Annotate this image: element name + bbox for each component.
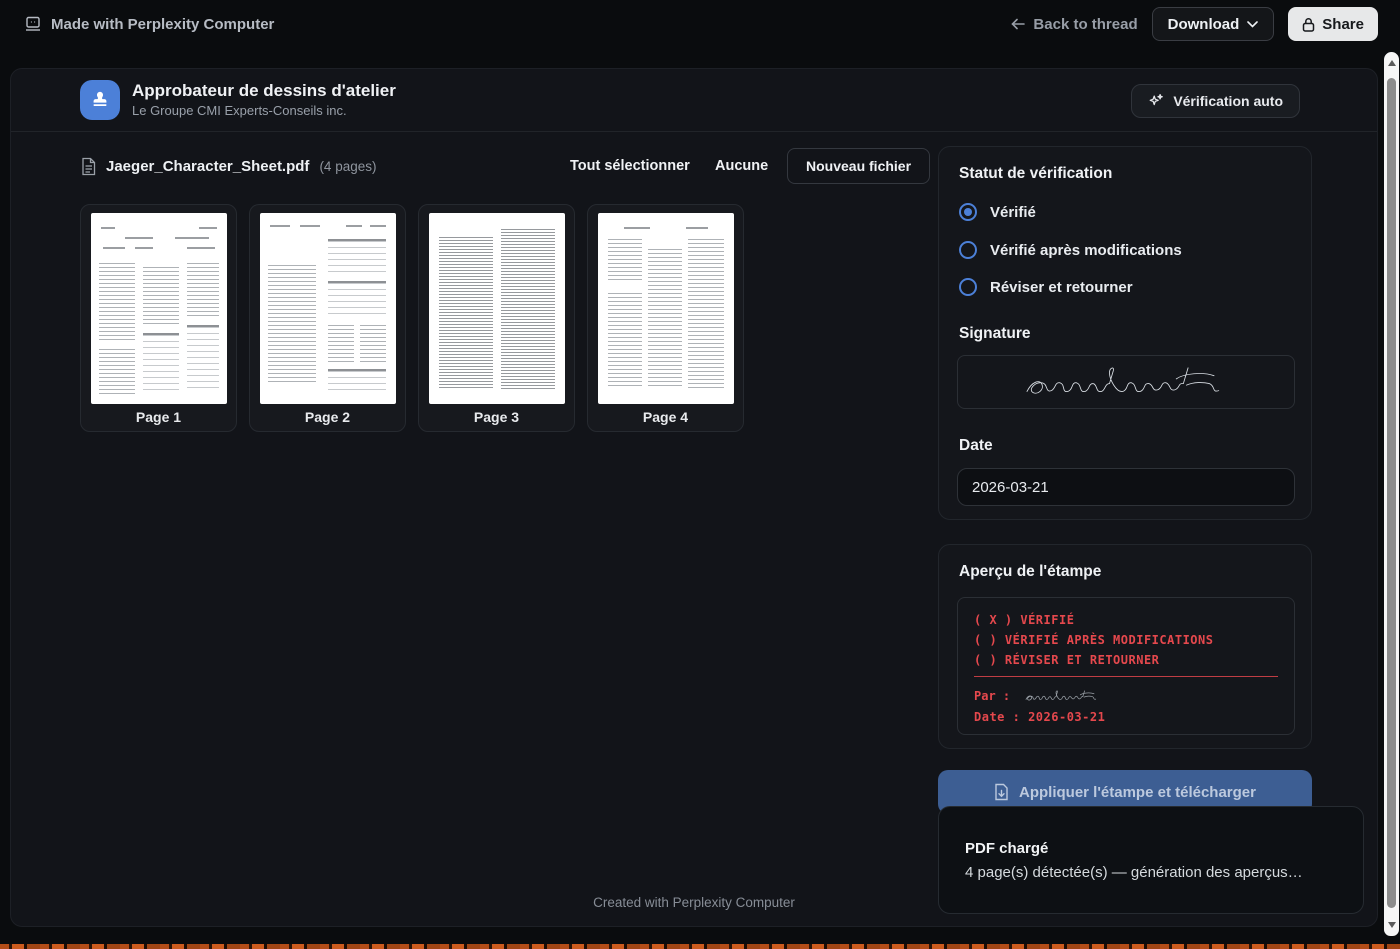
stamp-preview-panel: Aperçu de l'étampe ( X ) VÉRIFIÉ ( ) VÉR… — [938, 544, 1312, 749]
page-preview-image — [429, 213, 565, 404]
stamp-par-label: Par : — [974, 685, 1010, 707]
toast-message: 4 page(s) détectée(s) — génération des a… — [965, 864, 1337, 881]
pdf-loaded-toast: PDF chargé 4 page(s) détectée(s) — génér… — [938, 806, 1364, 914]
page-preview-image — [91, 213, 227, 404]
stamp-preview-box: ( X ) VÉRIFIÉ ( ) VÉRIFIÉ APRÈS MODIFICA… — [957, 597, 1295, 735]
file-info: Jaeger_Character_Sheet.pdf (4 pages) — [81, 148, 376, 184]
file-name: Jaeger_Character_Sheet.pdf — [106, 158, 309, 175]
stamp-line-verified: ( X ) VÉRIFIÉ — [974, 610, 1278, 630]
stamp-date-line: Date : 2026-03-21 — [974, 707, 1278, 727]
app-title: Approbateur de dessins d'atelier — [132, 81, 396, 101]
app-window: Approbateur de dessins d'atelier Le Grou… — [10, 68, 1378, 927]
chevron-down-icon — [1247, 21, 1258, 28]
page-preview-image — [260, 213, 396, 404]
made-with-badge: Made with Perplexity Computer — [24, 16, 274, 33]
page-thumbnails: Page 1 Page 2 Page 3 — [80, 204, 744, 432]
top-bar: Made with Perplexity Computer Back to th… — [0, 0, 1400, 48]
select-none-button[interactable]: Aucune — [715, 148, 768, 184]
radio-revise-and-return[interactable]: Réviser et retourner — [959, 278, 1133, 296]
share-button[interactable]: Share — [1288, 7, 1378, 41]
page-label: Page 1 — [81, 409, 236, 425]
app-subtitle: Le Groupe CMI Experts-Conseils inc. — [132, 103, 347, 118]
lock-icon — [1302, 17, 1315, 32]
made-with-label: Made with Perplexity Computer — [51, 16, 274, 33]
page-thumbnail-2[interactable]: Page 2 — [249, 204, 406, 432]
arrow-left-icon — [1010, 17, 1026, 31]
select-all-button[interactable]: Tout sélectionner — [570, 148, 690, 184]
stamp-separator — [974, 676, 1278, 677]
verification-status-panel: Statut de vérification Vérifié Vérifié a… — [938, 146, 1312, 520]
radio-verified-after-modifications[interactable]: Vérifié après modifications — [959, 241, 1182, 259]
page-label: Page 3 — [419, 409, 574, 425]
radio-circle[interactable] — [959, 203, 977, 221]
radio-verified[interactable]: Vérifié — [959, 203, 1036, 221]
signature-box[interactable] — [957, 355, 1295, 409]
app-header: Approbateur de dessins d'atelier Le Grou… — [11, 69, 1377, 132]
background-page-edge — [0, 944, 1400, 949]
sparkles-icon — [1148, 93, 1164, 109]
page-label: Page 4 — [588, 409, 743, 425]
date-input[interactable] — [957, 468, 1295, 506]
page-thumbnail-4[interactable]: Page 4 — [587, 204, 744, 432]
download-button[interactable]: Download — [1152, 7, 1275, 41]
page-thumbnail-1[interactable]: Page 1 — [80, 204, 237, 432]
new-file-button[interactable]: Nouveau fichier — [787, 148, 930, 184]
signature-label: Signature — [959, 325, 1030, 343]
toast-title: PDF chargé — [965, 840, 1337, 857]
page-label: Page 2 — [250, 409, 405, 425]
file-download-icon — [994, 783, 1009, 801]
computer-icon — [24, 16, 42, 32]
status-panel-title: Statut de vérification — [959, 165, 1112, 183]
radio-circle[interactable] — [959, 278, 977, 296]
stamp-app-icon — [80, 80, 120, 120]
stamp-line-revise: ( ) RÉVISER ET RETOURNER — [974, 650, 1278, 670]
scrollbar-thumb[interactable] — [1387, 78, 1396, 908]
stamp-signature-image — [1016, 688, 1108, 704]
stamp-line-modifications: ( ) VÉRIFIÉ APRÈS MODIFICATIONS — [974, 630, 1278, 650]
vertical-scrollbar[interactable] — [1384, 52, 1399, 936]
page-preview-image — [598, 213, 734, 404]
page-thumbnail-3[interactable]: Page 3 — [418, 204, 575, 432]
radio-circle[interactable] — [959, 241, 977, 259]
auto-verify-button[interactable]: Vérification auto — [1131, 84, 1300, 118]
back-to-thread-link[interactable]: Back to thread — [1010, 16, 1137, 33]
scroll-down-arrow[interactable] — [1388, 922, 1396, 928]
date-label: Date — [959, 437, 993, 455]
signature-image — [991, 360, 1261, 404]
scroll-up-arrow[interactable] — [1388, 60, 1396, 66]
file-page-count: (4 pages) — [319, 159, 376, 174]
stamp-panel-title: Aperçu de l'étampe — [959, 563, 1101, 581]
file-icon — [81, 157, 96, 176]
